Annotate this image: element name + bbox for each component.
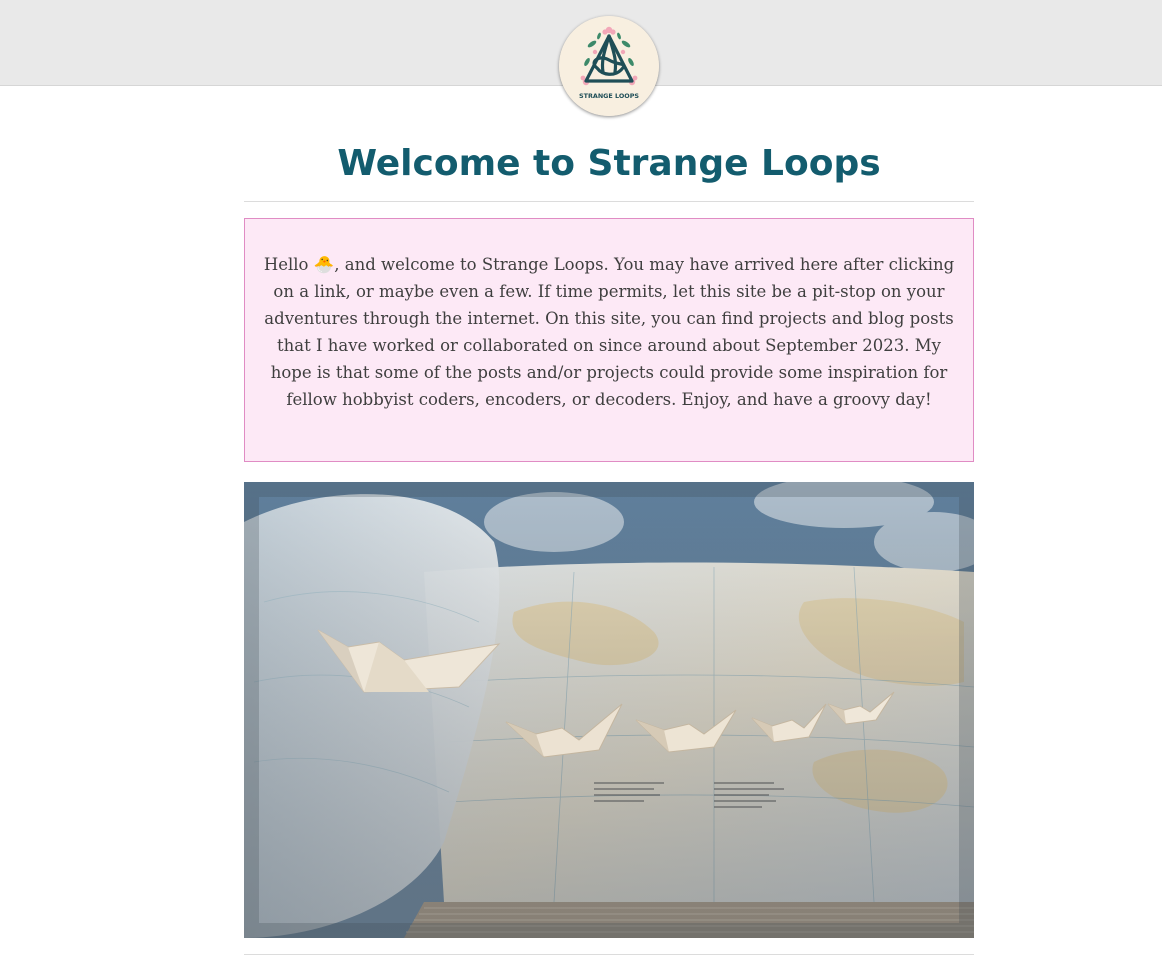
site-logo[interactable]: STRANGE LOOPS <box>559 16 659 116</box>
paper-boats-on-atlas-image <box>244 482 974 938</box>
strange-loops-logo-icon: STRANGE LOOPS <box>559 16 659 116</box>
welcome-box: Hello 🐣, and welcome to Strange Loops. Y… <box>244 218 974 462</box>
content-divider <box>244 954 974 955</box>
welcome-greeting: Hello <box>263 255 309 274</box>
hatching-chick-icon: 🐣 <box>313 255 335 274</box>
title-divider <box>244 201 974 202</box>
hero-image <box>244 482 974 938</box>
welcome-text: Hello 🐣, and welcome to Strange Loops. Y… <box>261 251 957 413</box>
logo-text: STRANGE LOOPS <box>579 92 639 100</box>
welcome-body: , and welcome to Strange Loops. You may … <box>264 255 955 409</box>
page-title: Welcome to Strange Loops <box>337 143 881 184</box>
